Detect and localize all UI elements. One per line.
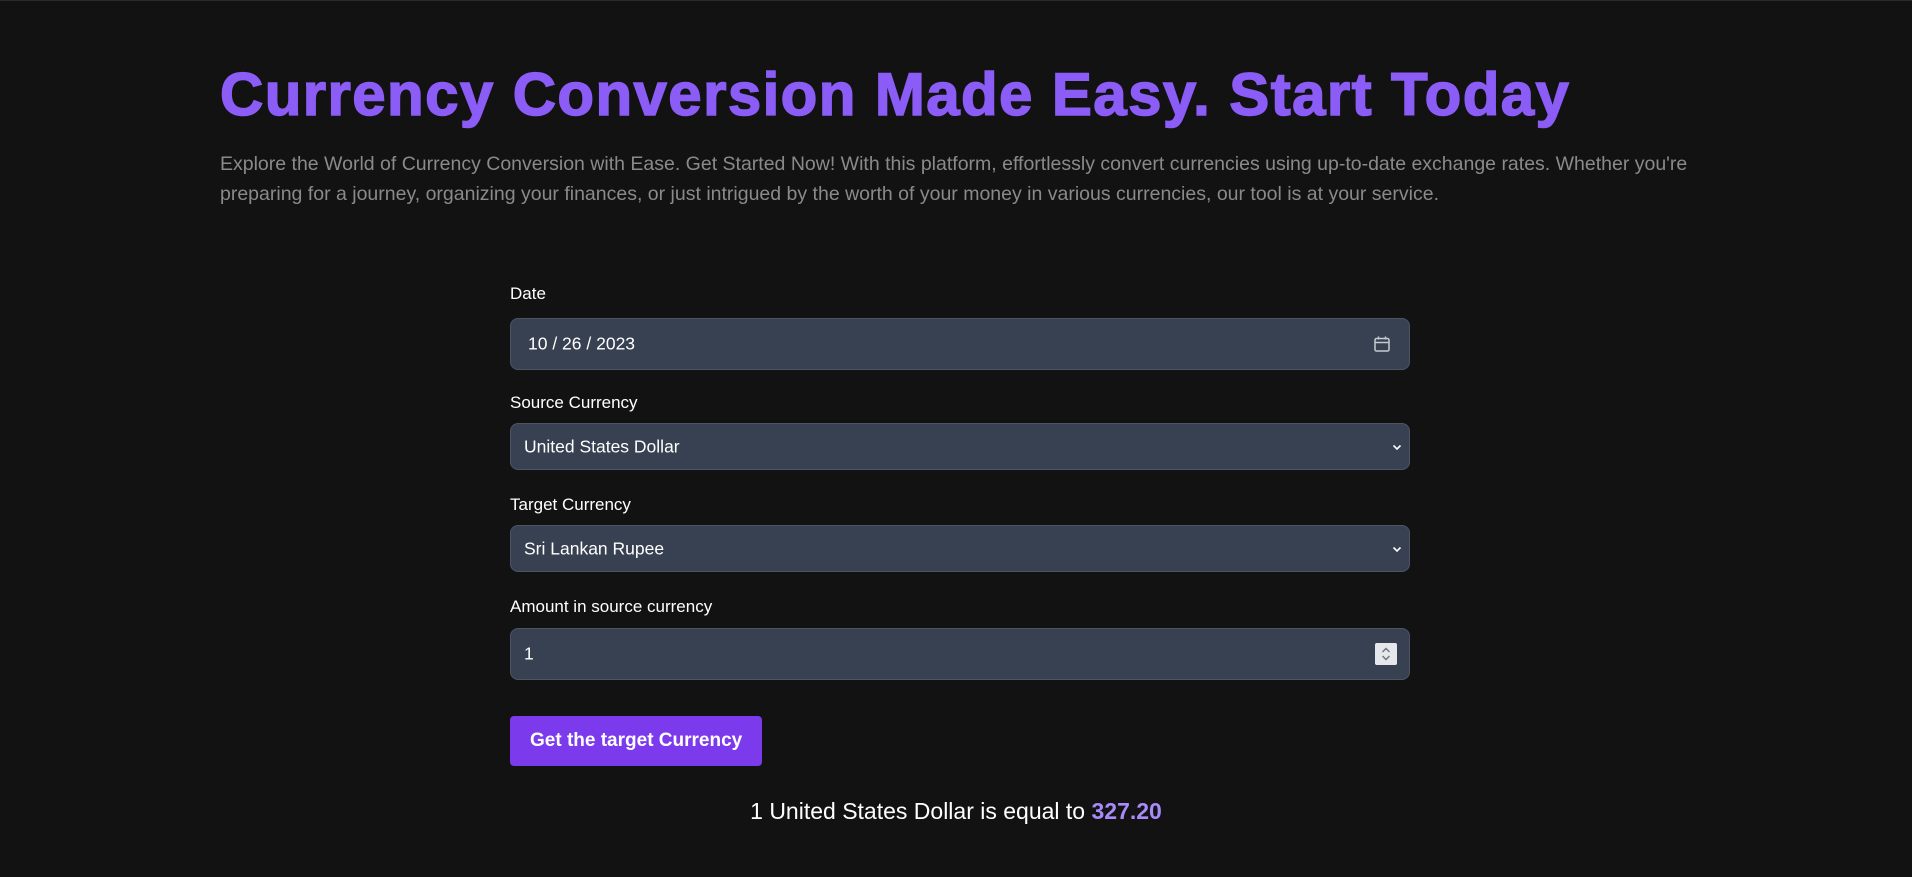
amount-input[interactable]: 1 (510, 628, 1410, 680)
result-amount: 327.20 (1091, 798, 1162, 824)
target-currency-select[interactable]: Sri Lankan Rupee (510, 525, 1410, 572)
get-target-currency-button[interactable]: Get the target Currency (510, 716, 763, 766)
source-currency-label: Source Currency (510, 393, 638, 412)
date-value: 10 / 26 / 2023 (528, 333, 636, 354)
top-border (0, 0, 1912, 1)
target-currency-label: Target Currency (510, 495, 631, 514)
date-input[interactable]: 10 / 26 / 2023 (510, 318, 1410, 370)
source-currency-value: United States Dollar (524, 436, 680, 456)
chevron-down-icon (1392, 546, 1402, 552)
amount-label: Amount in source currency (510, 597, 713, 616)
source-currency-select[interactable]: United States Dollar (510, 423, 1410, 470)
spinner-icon[interactable] (1375, 643, 1397, 665)
chevron-down-icon (1392, 444, 1402, 450)
result-text: 1 United States Dollar is equal to (750, 798, 1086, 824)
target-currency-value: Sri Lankan Rupee (524, 538, 665, 558)
hero-section: Currency Conversion Made Easy. Start Tod… (219, 58, 1720, 209)
date-label: Date (510, 284, 546, 303)
amount-value: 1 (524, 643, 534, 664)
page-title: Currency Conversion Made Easy. Start Tod… (219, 60, 1571, 129)
calendar-icon[interactable] (1373, 335, 1391, 353)
conversion-result: 1 United States Dollar is equal to 327.2… (0, 796, 1912, 826)
conversion-form: Date 10 / 26 / 2023 Source Currency Unit… (510, 283, 1410, 766)
page-description: Explore the World of Currency Conversion… (220, 153, 1688, 205)
